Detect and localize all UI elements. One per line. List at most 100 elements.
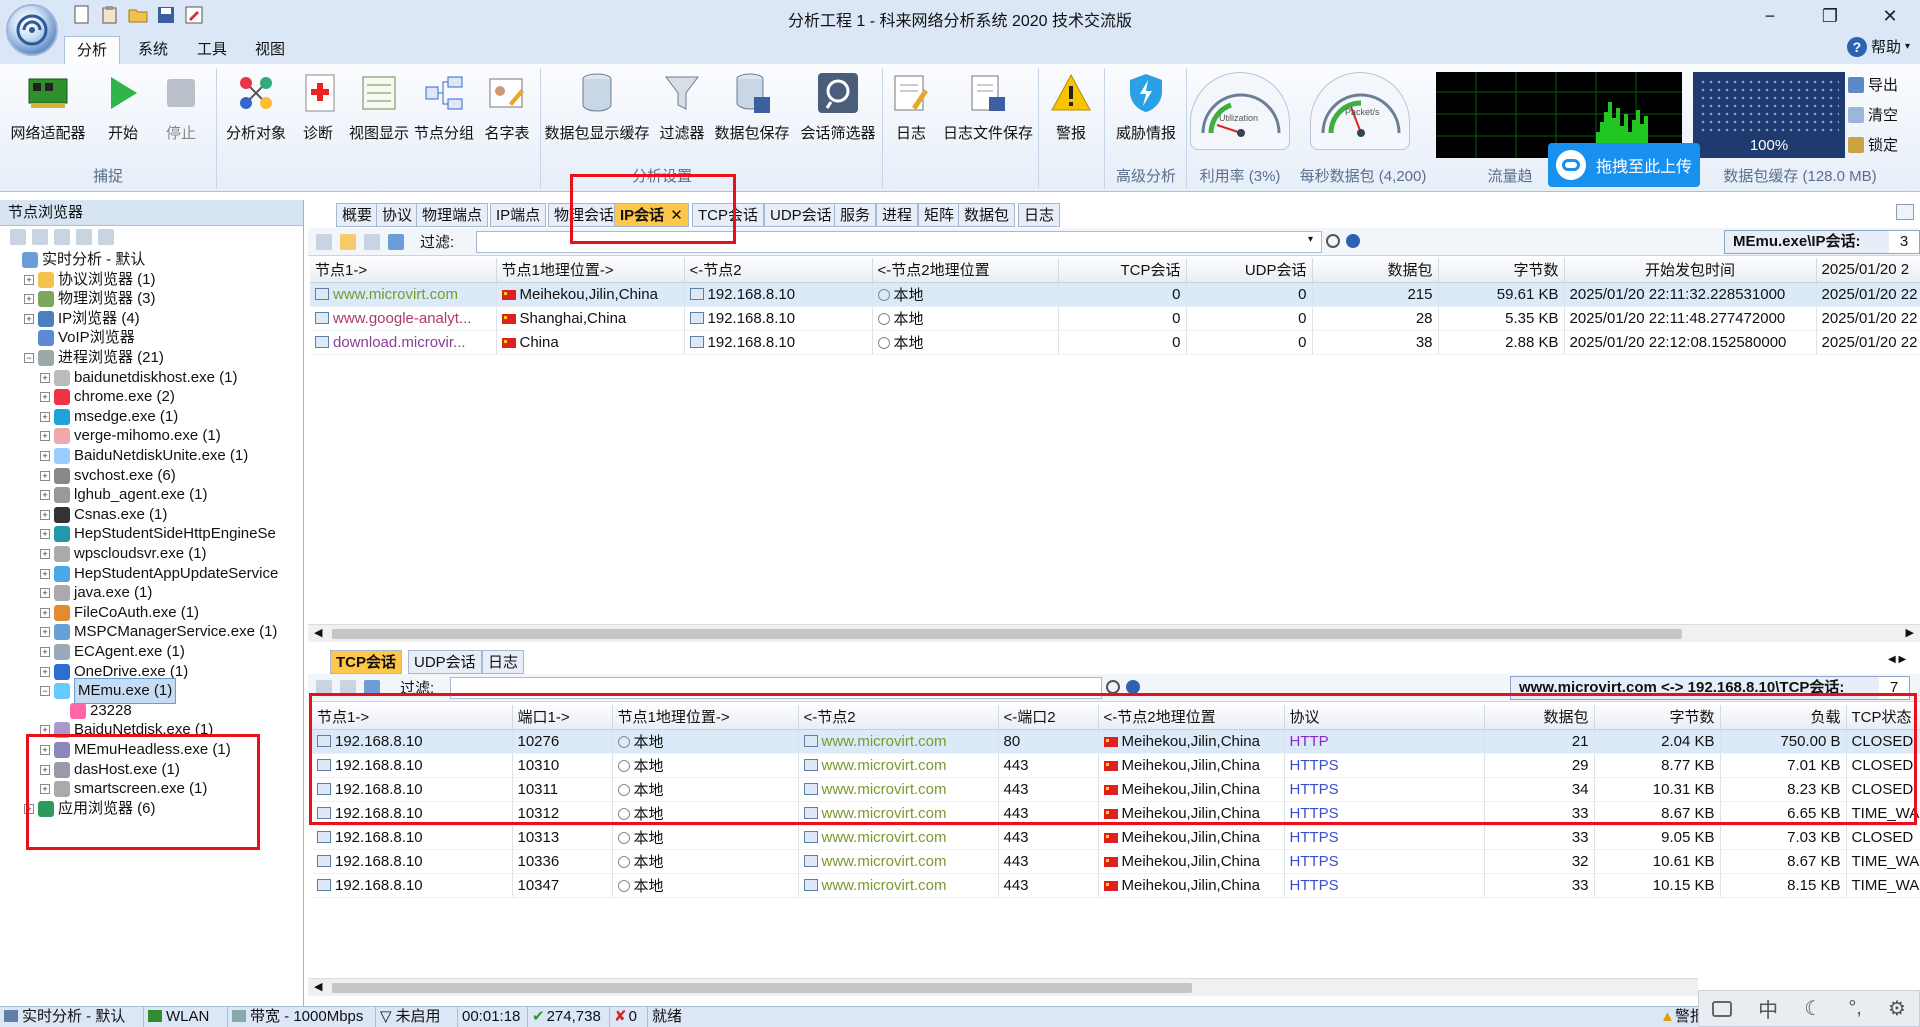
expander-icon[interactable]: + xyxy=(40,784,50,795)
table-row[interactable]: 192.168.8.10 10313 本地 www.microvirt.com 443 M… xyxy=(312,825,1920,850)
column-header[interactable]: 端口1-> xyxy=(512,705,613,730)
expander-icon[interactable]: + xyxy=(40,764,50,775)
column-header[interactable]: TCP状态 xyxy=(1846,705,1920,730)
tab-12[interactable]: 数据包 xyxy=(958,203,1016,227)
column-header[interactable]: 负载 xyxy=(1720,705,1847,730)
toolbar-icon[interactable] xyxy=(32,229,48,245)
table-row[interactable]: www.google-analyt... Shanghai,China 192.16… xyxy=(310,306,1920,331)
expander-icon[interactable]: + xyxy=(40,509,50,520)
start-button[interactable]: 开始 xyxy=(100,70,146,143)
expander-icon[interactable]: + xyxy=(40,529,50,540)
close-tab-icon[interactable]: ✕ xyxy=(670,207,683,224)
help-icon[interactable] xyxy=(1346,234,1360,248)
menu-tab-tools[interactable]: 工具 xyxy=(185,36,239,64)
name-table-button[interactable]: 名字表 xyxy=(480,70,534,143)
expander-icon[interactable]: + xyxy=(40,588,50,599)
log-file-save-button[interactable]: 日志文件保存 xyxy=(940,70,1036,143)
chevron-down-icon[interactable]: ▾ xyxy=(1308,234,1313,245)
column-header[interactable]: 2025/01/20 2 xyxy=(1816,258,1920,283)
expander-icon[interactable]: + xyxy=(24,803,34,814)
punctuation-icon[interactable]: °, xyxy=(1848,997,1862,1020)
table-row[interactable]: 192.168.8.10 10311 本地 www.microvirt.com 443 M… xyxy=(312,777,1920,802)
search-icon[interactable] xyxy=(1326,234,1340,248)
column-header[interactable]: 字节数 xyxy=(1594,705,1721,730)
tab-13[interactable]: 日志 xyxy=(1018,203,1061,227)
scroll-left-icon[interactable]: ◀ xyxy=(314,626,322,639)
expander-icon[interactable]: + xyxy=(40,490,50,501)
stop-button[interactable]: 停止 xyxy=(158,70,204,143)
save-view-icon[interactable] xyxy=(316,233,332,250)
expander-icon[interactable]: − xyxy=(40,686,50,697)
tab-11[interactable]: 矩阵 xyxy=(918,203,961,227)
network-adapter-button[interactable]: 网络适配器 xyxy=(6,70,90,143)
scroll-thumb[interactable] xyxy=(332,983,1192,993)
column-header[interactable]: TCP会话 xyxy=(1058,258,1187,283)
column-header[interactable]: 节点1-> xyxy=(310,258,497,283)
table-row[interactable]: 192.168.8.10 10310 本地 www.microvirt.com 443 M… xyxy=(312,753,1920,778)
ime-toolbar[interactable]: 中 ☾ °, ⚙ xyxy=(1698,990,1920,1027)
tab-2[interactable]: 协议 xyxy=(376,203,419,227)
export-button[interactable]: 导出 xyxy=(1848,74,1898,95)
view-display-button[interactable]: 视图显示 xyxy=(346,70,412,143)
tab-5[interactable]: 物理会话 xyxy=(548,203,621,227)
column-header[interactable]: <-节点2地理位置 xyxy=(1098,705,1285,730)
expander-icon[interactable]: + xyxy=(40,568,50,579)
expander-icon[interactable]: − xyxy=(24,353,34,363)
filter-button[interactable]: 过滤器 xyxy=(656,70,708,143)
column-header[interactable]: 协议 xyxy=(1284,705,1485,730)
expander-icon[interactable]: + xyxy=(40,647,50,657)
expander-icon[interactable]: + xyxy=(40,470,50,481)
save-view-icon[interactable] xyxy=(316,679,332,696)
close-button[interactable]: ✕ xyxy=(1860,0,1920,32)
toolbar-icon[interactable] xyxy=(98,229,114,245)
detail-tab-2[interactable]: UDP会话 xyxy=(408,650,482,674)
diagnosis-button[interactable]: 诊断 xyxy=(298,70,338,143)
detail-tab-3[interactable]: 日志 xyxy=(482,650,525,674)
top-horizontal-scrollbar[interactable]: ◀ ▶ xyxy=(308,624,1920,642)
clear-button[interactable]: 清空 xyxy=(1848,104,1898,125)
packet-save-button[interactable]: 数据包保存 xyxy=(712,70,792,143)
analysis-object-button[interactable]: 分析对象 xyxy=(222,70,290,143)
toolbar-icon[interactable] xyxy=(10,229,26,245)
moon-icon[interactable]: ☾ xyxy=(1804,996,1822,1021)
column-header[interactable]: 数据包 xyxy=(1312,258,1439,283)
expander-icon[interactable]: + xyxy=(40,549,50,559)
column-header[interactable]: <-节点2地理位置 xyxy=(872,258,1059,283)
menu-tab-analyze[interactable]: 分析 xyxy=(64,36,121,64)
column-header[interactable]: <-节点2 xyxy=(798,705,999,730)
column-header[interactable]: 节点1-> xyxy=(312,705,513,730)
table-row[interactable]: download.microvir... China 192.168.8.10 本地 0… xyxy=(310,330,1920,355)
column-header[interactable]: 开始发包时间 xyxy=(1564,258,1817,283)
filter-icon[interactable] xyxy=(364,233,380,250)
tab-scroll-icon[interactable]: ◀ ▶ xyxy=(1888,654,1906,665)
minimize-button[interactable]: − xyxy=(1740,0,1800,32)
expander-icon[interactable]: + xyxy=(40,666,50,677)
column-header[interactable]: 节点1地理位置-> xyxy=(496,258,685,283)
expander-icon[interactable]: + xyxy=(40,451,50,461)
column-header[interactable]: <-端口2 xyxy=(998,705,1099,730)
gear-icon[interactable]: ⚙ xyxy=(1888,996,1906,1021)
alarm-button[interactable]: 警报 xyxy=(1044,70,1098,143)
expander-icon[interactable]: + xyxy=(24,274,34,285)
expander-icon[interactable]: + xyxy=(40,725,50,736)
column-header[interactable]: UDP会话 xyxy=(1186,258,1313,283)
restore-button[interactable]: ❐ xyxy=(1800,0,1860,32)
keyboard-icon[interactable] xyxy=(1712,1000,1733,1017)
session-filter-button[interactable]: 会话筛选器 xyxy=(798,70,878,143)
expander-icon[interactable]: + xyxy=(40,392,50,403)
expander-icon[interactable]: + xyxy=(40,411,50,422)
expander-icon[interactable]: + xyxy=(40,607,50,618)
tab-6[interactable]: IP会话 ✕ xyxy=(614,203,689,227)
toolbar-icon[interactable] xyxy=(76,229,92,245)
scroll-thumb[interactable] xyxy=(332,629,1682,639)
log-button[interactable]: 日志 xyxy=(888,70,934,143)
help-icon[interactable] xyxy=(1126,680,1140,694)
column-header[interactable]: 节点1地理位置-> xyxy=(612,705,799,730)
upload-popup[interactable]: 拖拽至此上传 xyxy=(1548,143,1700,187)
help-button[interactable]: ? 帮助 ▾ xyxy=(1846,36,1910,57)
packet-display-buffer-button[interactable]: 数据包显示缓存 xyxy=(544,70,650,143)
ime-mode[interactable]: 中 xyxy=(1758,994,1778,1023)
column-header[interactable]: <-节点2 xyxy=(684,258,873,283)
detail-tab-1[interactable]: TCP会话 xyxy=(330,650,403,674)
expander-icon[interactable]: + xyxy=(40,372,50,383)
